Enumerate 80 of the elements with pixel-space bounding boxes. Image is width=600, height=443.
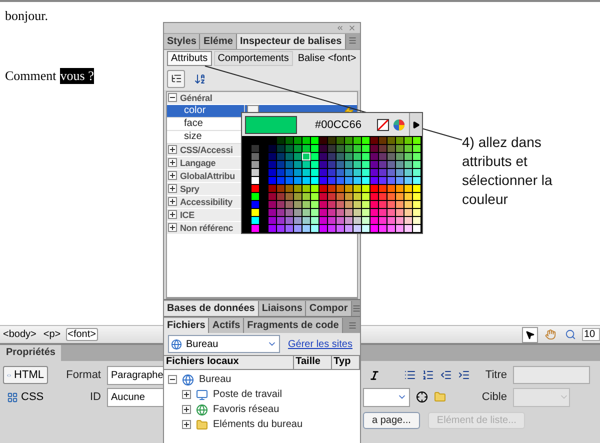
italic-icon[interactable] <box>369 370 380 380</box>
collapse-toggle[interactable] <box>168 375 177 384</box>
panel-tab[interactable]: Actifs <box>209 318 244 334</box>
column-header[interactable]: Taille <box>294 356 332 370</box>
expand-toggle[interactable] <box>182 420 191 430</box>
tag-selector-item[interactable]: <p> <box>41 328 63 341</box>
expand-toggle[interactable] <box>168 171 177 180</box>
expand-toggle[interactable] <box>168 210 177 220</box>
properties-tab[interactable]: Propriétés <box>0 345 62 361</box>
format-select[interactable]: Paragraphe <box>107 366 166 384</box>
collapse-toggle[interactable] <box>168 93 177 102</box>
column-header[interactable]: Typ <box>332 356 360 370</box>
tag-name-label: Balise <font> <box>296 53 356 64</box>
folder-icon <box>196 418 208 431</box>
tag-selector-item[interactable]: <font> <box>66 328 98 341</box>
format-label: Format <box>65 369 102 381</box>
expand-toggle[interactable] <box>168 158 177 168</box>
title-field[interactable] <box>513 366 590 384</box>
panel-tab[interactable]: Compor <box>306 301 352 316</box>
zoom-field[interactable]: 10 <box>582 328 600 341</box>
close-icon[interactable] <box>348 24 356 32</box>
document-text: bonjour. <box>5 8 48 24</box>
link-select[interactable] <box>363 388 410 406</box>
panel-tab[interactable]: Bases de données <box>164 301 259 316</box>
category-label[interactable]: Spry <box>180 184 200 194</box>
network-icon <box>196 404 208 416</box>
selected-text: vous ? <box>60 68 94 84</box>
html-mode-button[interactable]: HTML <box>3 366 48 384</box>
menu-icon[interactable] <box>348 36 357 46</box>
color-hex-value: #00CC66 <box>315 118 362 130</box>
title-label: Titre <box>484 369 508 381</box>
css-mode-button[interactable]: CSS <box>3 388 48 406</box>
collapse-icon[interactable] <box>336 24 344 32</box>
target-label: Cible <box>481 391 508 403</box>
tree-item[interactable]: Poste de travail <box>213 389 282 400</box>
grid-icon <box>7 392 18 402</box>
indent-icon[interactable] <box>458 369 470 381</box>
menu-icon[interactable] <box>348 320 357 330</box>
tree-item[interactable]: Bureau <box>199 374 232 386</box>
crosshair-icon[interactable] <box>416 391 428 403</box>
color-wheel-icon[interactable] <box>393 118 405 130</box>
manage-sites-link[interactable]: Gérer les sites <box>288 338 352 350</box>
properties-button[interactable]: a page... <box>363 412 420 428</box>
expand-toggle[interactable] <box>168 184 177 194</box>
sub-tab[interactable]: Attributs <box>167 51 212 66</box>
category-label[interactable]: Langage <box>180 158 216 168</box>
panel-tab[interactable]: Inspecteur de balises <box>236 34 346 49</box>
category-view-icon[interactable] <box>167 70 185 88</box>
id-label: ID <box>89 391 102 403</box>
panel-tab[interactable]: Liaisons <box>258 301 306 316</box>
sub-tab[interactable]: Comportements <box>214 51 293 66</box>
id-select[interactable]: Aucune <box>107 388 166 406</box>
panel-tab[interactable]: Eléme <box>200 34 237 49</box>
tree-item[interactable]: Eléments du bureau <box>213 419 303 430</box>
column-header[interactable]: Fichiers locaux <box>164 356 294 370</box>
desktop-icon <box>182 374 194 386</box>
site-select[interactable]: Bureau <box>168 335 280 354</box>
expand-toggle[interactable] <box>168 145 177 154</box>
arrow-icon[interactable] <box>412 120 420 128</box>
menu-icon[interactable] <box>352 304 361 313</box>
pointer-tool-icon[interactable] <box>522 326 538 342</box>
panel-tab[interactable]: Fragments de code <box>244 318 343 334</box>
expand-toggle[interactable] <box>182 405 191 414</box>
color-swatch <box>245 116 297 134</box>
no-color-icon[interactable] <box>377 118 389 130</box>
expand-toggle[interactable] <box>168 197 177 206</box>
panel-tab[interactable]: Fichiers <box>164 318 210 334</box>
globe-icon <box>171 338 182 350</box>
numbered-list-icon[interactable] <box>422 369 434 381</box>
document-text: Comment <box>5 68 56 84</box>
category-label[interactable]: ICE <box>180 210 194 220</box>
tag-selector-item[interactable]: <body> <box>1 328 38 341</box>
computer-icon <box>196 388 208 401</box>
outdent-icon[interactable] <box>440 369 452 381</box>
panel-tab[interactable]: Styles <box>164 34 200 49</box>
expand-toggle[interactable] <box>168 223 177 232</box>
annotation-text: 4) allez dans attributs et sélectionner la couleur <box>462 133 554 209</box>
tree-item[interactable]: Favoris réseau <box>213 404 280 416</box>
category-label[interactable]: Général <box>180 92 212 103</box>
expand-toggle[interactable] <box>182 390 191 400</box>
